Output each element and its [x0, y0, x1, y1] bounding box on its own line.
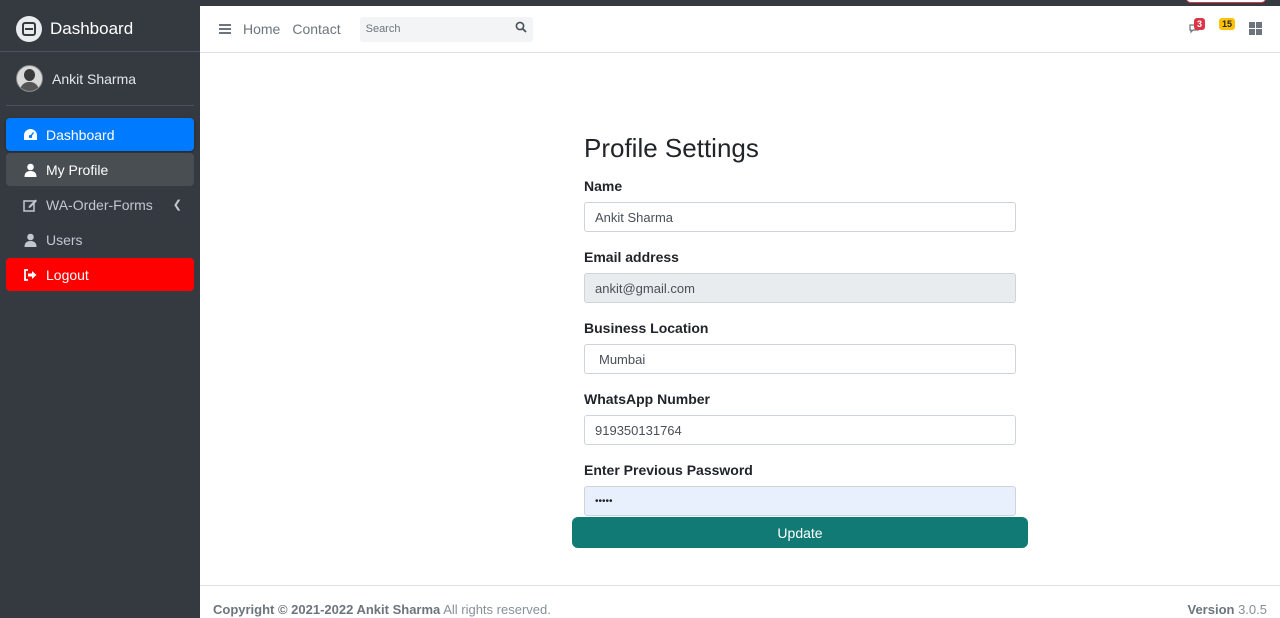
- footer: Copyright © 2021-2022 Ankit Sharma All r…: [200, 585, 1280, 618]
- sidebar-item-users[interactable]: Users: [6, 223, 194, 256]
- nav-link-home[interactable]: Home: [243, 21, 280, 37]
- user-panel[interactable]: Ankit Sharma: [6, 52, 194, 106]
- version-label: Version: [1187, 602, 1235, 617]
- user-icon: [22, 162, 38, 178]
- top-pill: [1186, 0, 1266, 3]
- user-icon: [22, 232, 38, 248]
- copyright: Copyright © 2021-2022 Ankit Sharma All r…: [213, 602, 551, 617]
- chevron-left-icon[interactable]: ❮: [173, 198, 182, 211]
- notifications-badge: 15: [1219, 18, 1236, 30]
- menu-toggle-icon[interactable]: [219, 24, 231, 34]
- email-value: ankit@gmail.com: [595, 280, 695, 296]
- whatsapp-label: WhatsApp Number: [584, 391, 710, 407]
- sidebar-item-logout[interactable]: Logout: [6, 258, 194, 291]
- search-input[interactable]: [365, 23, 496, 35]
- sidebar-item-wa-order-forms[interactable]: WA-Order-Forms ❮: [6, 188, 194, 221]
- name-value: Ankit Sharma: [595, 209, 674, 225]
- sidebar-item-label: Users: [46, 231, 83, 248]
- user-name[interactable]: Ankit Sharma: [52, 71, 136, 87]
- version-value: 3.0.5: [1234, 602, 1267, 617]
- search-box: [359, 16, 533, 42]
- email-field: ankit@gmail.com: [584, 273, 1016, 303]
- tachometer-icon: [22, 127, 38, 143]
- top-navbar: Home Contact 3 15: [200, 6, 1280, 53]
- update-button[interactable]: Update: [572, 517, 1028, 548]
- brand-text: Dashboard: [50, 18, 134, 38]
- navbar-right: 3 15: [1189, 18, 1262, 36]
- sidebar-item-label: Dashboard: [46, 126, 115, 143]
- brand-link[interactable]: Dashboard: [0, 6, 200, 52]
- copyright-rest: All rights reserved.: [440, 602, 551, 617]
- name-label: Name: [584, 178, 623, 194]
- password-label: Enter Previous Password: [584, 462, 753, 478]
- whatsapp-value: 919350131764: [595, 422, 682, 438]
- version: Version 3.0.5: [1188, 602, 1268, 617]
- sidebar-item-label: My Profile: [46, 161, 109, 178]
- apps-grid-icon[interactable]: [1249, 21, 1262, 35]
- copyright-bold: Copyright © 2021-2022 Ankit Sharma: [213, 602, 441, 617]
- profile-form: Profile Settings Name Ankit Sharma Email…: [584, 133, 1016, 533]
- password-value: •••••: [595, 495, 613, 507]
- search-icon[interactable]: [515, 20, 527, 38]
- messages-dropdown[interactable]: 3: [1189, 18, 1209, 36]
- location-value: Mumbai: [599, 351, 646, 367]
- messages-badge: 3: [1194, 18, 1206, 30]
- sidebar-item-dashboard[interactable]: Dashboard: [6, 118, 194, 151]
- avatar: [16, 65, 43, 92]
- notifications-dropdown[interactable]: 15: [1219, 18, 1239, 36]
- sidebar-item-label: Logout: [46, 266, 89, 283]
- location-field[interactable]: Mumbai: [584, 344, 1016, 374]
- sidebar-item-label: WA-Order-Forms: [46, 196, 153, 213]
- page-title: Profile Settings: [584, 133, 759, 163]
- edit-icon: [22, 197, 38, 213]
- sign-out-icon: [22, 267, 38, 283]
- email-label: Email address: [584, 249, 679, 265]
- sidebar-nav: Dashboard My Profile WA-Order-Forms ❮ Us…: [0, 106, 200, 291]
- nav-link-contact[interactable]: Contact: [292, 21, 340, 37]
- name-field[interactable]: Ankit Sharma: [584, 202, 1016, 232]
- location-label: Business Location: [584, 320, 709, 336]
- password-field[interactable]: •••••: [584, 486, 1016, 516]
- sidebar: Dashboard Ankit Sharma Dashboard My Prof…: [0, 6, 200, 618]
- brand-logo-icon: [16, 15, 42, 42]
- main-content: Profile Settings Name Ankit Sharma Email…: [200, 53, 1280, 585]
- sidebar-item-my-profile[interactable]: My Profile: [6, 153, 194, 186]
- whatsapp-field[interactable]: 919350131764: [584, 415, 1016, 445]
